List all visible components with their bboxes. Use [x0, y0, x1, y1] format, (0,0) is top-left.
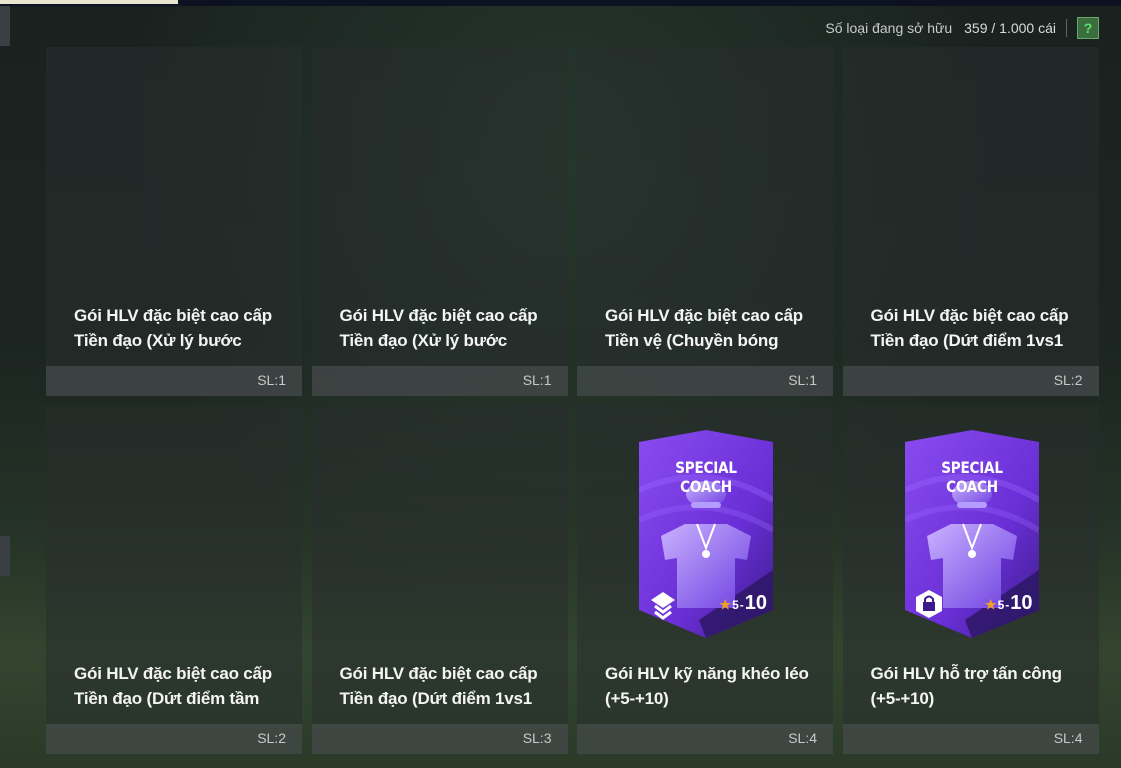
pack-quantity: SL:1 [257, 372, 286, 388]
rating-high: 10 [1010, 592, 1033, 614]
rating-low: 5 [997, 598, 1005, 612]
pack-card[interactable]: SPECIAL COACH ★ 5 - 10 Gói HLV kỹ năng k… [577, 405, 833, 754]
coach-rating: ★ 5 - 10 [984, 592, 1033, 614]
dribble-skill-icon [647, 588, 679, 620]
pack-quantity: SL:4 [788, 730, 817, 746]
rating-high: 10 [744, 592, 767, 614]
pack-footer: SL:2 [842, 366, 1099, 396]
pack-card[interactable]: Gói HLV đặc biệt cao cấp Tiền đạo (Dứt đ… [311, 405, 568, 754]
pack-footer: SL:3 [311, 724, 568, 754]
rating-low: 5 [732, 598, 739, 612]
pack-card[interactable]: Gói HLV đặc biệt cao cấp Tiền đạo (Dứt đ… [46, 405, 302, 754]
pack-name: Gói HLV đặc biệt cao cấp Tiền vệ (Chuyền… [605, 306, 803, 350]
pack-name: Gói HLV đặc biệt cao cấp Tiền đạo (Dứt đ… [74, 664, 272, 708]
coach-card-title: SPECIAL COACH [940, 458, 1003, 496]
pack-quantity: SL:1 [522, 372, 552, 388]
coach-rating: ★ 5 - 10 [719, 592, 767, 614]
owned-label: Số loại đang sở hữu [825, 20, 953, 36]
pack-quantity: SL:3 [522, 730, 552, 746]
pack-quantity: SL:2 [257, 730, 286, 746]
pack-name: Gói HLV hỗ trợ tấn công (+5-+10) [870, 664, 1063, 708]
pack-card[interactable]: Gói HLV đặc biệt cao cấp Tiền đạo (Dứt đ… [842, 47, 1099, 396]
pack-card[interactable]: Gói HLV đặc biệt cao cấp Tiền đạo (Xử lý… [311, 47, 568, 396]
pack-card[interactable]: SPECIAL COACH ★ 5 - 10 Gói HLV hỗ trợ tấ… [842, 405, 1099, 754]
top-bar [0, 0, 1121, 6]
attack-support-icon [913, 588, 945, 620]
pack-name: Gói HLV đặc biệt cao cấp Tiền đạo (Dứt đ… [339, 664, 538, 708]
pack-footer: SL:4 [577, 724, 833, 754]
pack-card[interactable]: Gói HLV đặc biệt cao cấp Tiền đạo (Xử lý… [46, 47, 302, 396]
top-progress-bar [0, 0, 178, 4]
pack-name: Gói HLV đặc biệt cao cấp Tiền đạo (Dứt đ… [870, 306, 1069, 350]
pack-quantity: SL:4 [1053, 730, 1083, 746]
special-coach-card-image: SPECIAL COACH ★ 5 - 10 [637, 430, 775, 638]
star-icon: ★ [984, 597, 997, 612]
pack-footer: SL:1 [311, 366, 568, 396]
pack-footer: SL:4 [842, 724, 1099, 754]
pack-name: Gói HLV đặc biệt cao cấp Tiền đạo (Xử lý… [74, 306, 272, 350]
coach-pack-grid: Gói HLV đặc biệt cao cấp Tiền đạo (Xử lý… [46, 47, 1099, 754]
pack-footer: SL:1 [577, 366, 833, 396]
pack-footer: SL:1 [46, 366, 302, 396]
left-panel-edge [0, 6, 10, 46]
owned-count: 359 / 1.000 cái [964, 20, 1056, 36]
header-divider [1066, 19, 1067, 37]
coach-card-title: SPECIAL COACH [675, 458, 737, 496]
pack-card[interactable]: Gói HLV đặc biệt cao cấp Tiền vệ (Chuyền… [577, 47, 833, 396]
left-panel-edge-lower [0, 536, 10, 576]
inventory-header: Số loại đang sở hữu 359 / 1.000 cái ? [825, 16, 1099, 40]
pack-quantity: SL:2 [1053, 372, 1083, 388]
help-button[interactable]: ? [1077, 17, 1099, 39]
star-icon: ★ [719, 597, 732, 612]
pack-quantity: SL:1 [788, 372, 817, 388]
pack-name: Gói HLV đặc biệt cao cấp Tiền đạo (Xử lý… [339, 306, 538, 350]
pack-footer: SL:2 [46, 724, 302, 754]
pack-name: Gói HLV kỹ năng khéo léo (+5-+10) [605, 664, 809, 708]
special-coach-card-image: SPECIAL COACH ★ 5 - 10 [903, 430, 1041, 638]
